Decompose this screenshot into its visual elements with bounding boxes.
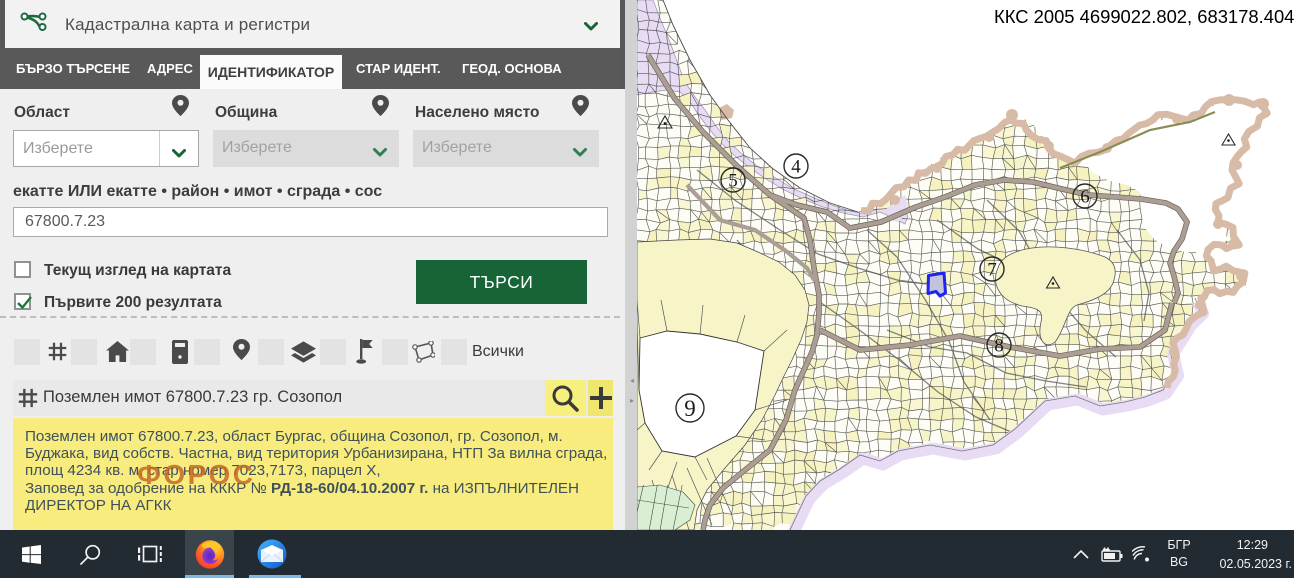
svg-text:5: 5 — [728, 171, 738, 192]
svg-text:8: 8 — [994, 336, 1004, 357]
svg-text:9: 9 — [684, 396, 696, 421]
svg-text:ККС 2005 4699022.802, 683178.4: ККС 2005 4699022.802, 683178.404 — [994, 6, 1294, 27]
svg-text:6: 6 — [1080, 187, 1090, 208]
svg-text:7: 7 — [987, 260, 997, 281]
svg-text:4: 4 — [791, 157, 801, 178]
